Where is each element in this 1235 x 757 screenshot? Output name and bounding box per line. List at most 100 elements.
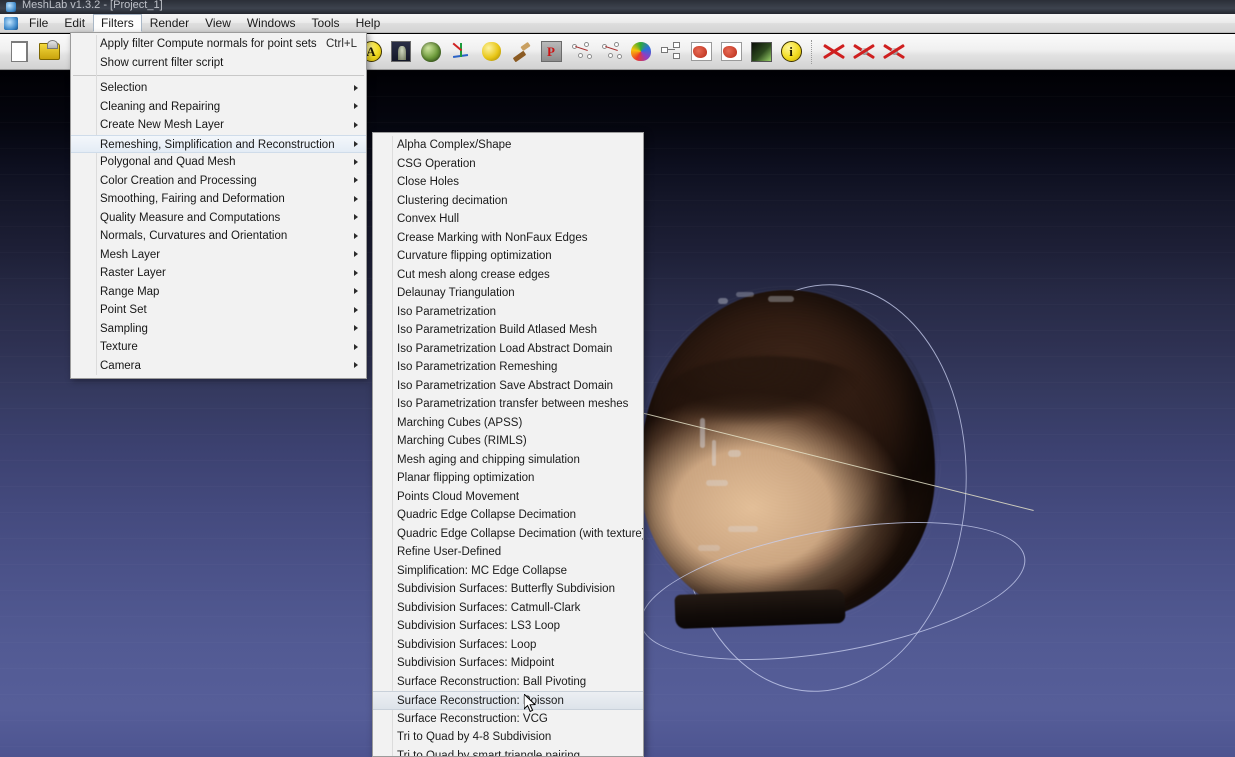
chevron-right-icon [354, 288, 358, 294]
submenu-item[interactable]: Subdivision Surfaces: Loop [373, 636, 643, 655]
submenu-item[interactable]: Iso Parametrization Save Abstract Domain [373, 377, 643, 396]
submenu-item[interactable]: CSG Operation [373, 155, 643, 174]
new-document-icon[interactable] [5, 38, 33, 66]
app-menu-icon[interactable] [4, 16, 18, 30]
submenu-item[interactable]: Subdivision Surfaces: Catmull-Clark [373, 599, 643, 618]
gradient-fill-icon[interactable] [747, 38, 775, 66]
submenu-item[interactable]: Subdivision Surfaces: LS3 Loop [373, 617, 643, 636]
menu-item-mesh-layer[interactable]: Mesh Layer [71, 246, 366, 265]
menu-item-normals-curvatures-and-orientation[interactable]: Normals, Curvatures and Orientation [71, 227, 366, 246]
submenu-item[interactable]: Iso Parametrization Load Abstract Domain [373, 340, 643, 359]
submenu-item[interactable]: Delaunay Triangulation [373, 284, 643, 303]
menu-tools[interactable]: Tools [304, 14, 348, 32]
paint-brush-icon[interactable] [507, 38, 535, 66]
menu-item-color-creation-and-processing[interactable]: Color Creation and Processing [71, 172, 366, 191]
menu-filters[interactable]: Filters [93, 14, 142, 32]
chevron-right-icon [354, 325, 358, 331]
menu-item-label: Range Map [100, 285, 160, 298]
menu-item-remeshing-simplification-and-reconstruction[interactable]: Remeshing, Simplification and Reconstruc… [71, 134, 366, 153]
show-axis-icon[interactable] [447, 38, 475, 66]
submenu-item[interactable]: Cut mesh along crease edges [373, 266, 643, 285]
submenu-item[interactable]: Surface Reconstruction: VCG [373, 710, 643, 729]
submenu-item[interactable]: Clustering decimation [373, 192, 643, 211]
submenu-item[interactable]: Crease Marking with NonFaux Edges [373, 229, 643, 248]
menu-item-create-new-mesh-layer[interactable]: Create New Mesh Layer [71, 116, 366, 135]
submenu-item[interactable]: Surface Reconstruction: Ball Pivoting [373, 673, 643, 692]
menu-item-selection[interactable]: Selection [71, 79, 366, 98]
menu-item-label: Texture [100, 341, 138, 353]
menu-item-texture[interactable]: Texture [71, 338, 366, 357]
menu-item-quality-measure-and-computations[interactable]: Quality Measure and Computations [71, 209, 366, 228]
menu-render[interactable]: Render [142, 14, 197, 32]
menu-item-label: Mesh Layer [100, 248, 161, 261]
title-bar[interactable]: MeshLab v1.3.2 - [Project_1] [0, 0, 1235, 14]
align-mesh-icon[interactable] [597, 38, 625, 66]
submenu-item[interactable]: Quadric Edge Collapse Decimation (with t… [373, 525, 643, 544]
menu-windows[interactable]: Windows [239, 14, 304, 32]
delete-face-icon[interactable] [820, 38, 848, 66]
info-icon[interactable]: i [777, 38, 805, 66]
submenu-item-label: Alpha Complex/Shape [397, 139, 512, 151]
submenu-item[interactable]: Subdivision Surfaces: Butterfly Subdivis… [373, 580, 643, 599]
submenu-item[interactable]: Iso Parametrization transfer between mes… [373, 395, 643, 414]
submenu-item[interactable]: Convex Hull [373, 210, 643, 229]
graph-layers-icon[interactable] [657, 38, 685, 66]
edit-points-icon[interactable] [567, 38, 595, 66]
menu-file[interactable]: File [21, 14, 56, 32]
submenu-item[interactable]: Quadric Edge Collapse Decimation [373, 506, 643, 525]
submenu-item[interactable]: Subdivision Surfaces: Midpoint [373, 654, 643, 673]
menu-item-label: Normals, Curvatures and Orientation [100, 230, 288, 242]
chevron-right-icon [354, 343, 358, 350]
menu-item-show-filter-script[interactable]: Show current filter script [71, 54, 366, 73]
color-mesh-icon[interactable] [627, 38, 655, 66]
submenu-item-label: Cut mesh along crease edges [397, 268, 550, 281]
window-title: MeshLab v1.3.2 - [Project_1] [22, 0, 163, 11]
menu-view[interactable]: View [197, 14, 239, 32]
submenu-item[interactable]: Marching Cubes (RIMLS) [373, 432, 643, 451]
menu-item-point-set[interactable]: Point Set [71, 301, 366, 320]
measuring-tool-icon[interactable] [477, 38, 505, 66]
submenu-item-label: Convex Hull [397, 213, 459, 225]
menu-item-label: Polygonal and Quad Mesh [100, 156, 236, 168]
menu-item-smoothing-fairing-and-deformation[interactable]: Smoothing, Fairing and Deformation [71, 190, 366, 209]
menu-item-raster-layer[interactable]: Raster Layer [71, 264, 366, 283]
pick-points-icon[interactable]: P [537, 38, 565, 66]
submenu-item[interactable]: Simplification: MC Edge Collapse [373, 562, 643, 581]
submenu-item[interactable]: Iso Parametrization [373, 303, 643, 322]
chevron-right-icon [354, 177, 358, 183]
submenu-item[interactable]: Points Cloud Movement [373, 488, 643, 507]
submenu-item[interactable]: Iso Parametrization Remeshing [373, 358, 643, 377]
head-point-cloud-model[interactable] [616, 255, 1040, 721]
submenu-item[interactable]: Alpha Complex/Shape [373, 136, 643, 155]
submenu-item[interactable]: Tri to Quad by smart triangle pairing [373, 747, 643, 757]
submenu-item-label: Iso Parametrization Save Abstract Domain [397, 379, 614, 392]
submenu-item[interactable]: Tri to Quad by 4-8 Subdivision [373, 728, 643, 747]
submenu-item[interactable]: Mesh aging and chipping simulation [373, 451, 643, 470]
show-quoted-box-icon[interactable] [417, 38, 445, 66]
submenu-item-label: Curvature flipping optimization [397, 250, 552, 262]
submenu-item[interactable]: Curvature flipping optimization [373, 247, 643, 266]
mouse-pointer [523, 692, 537, 713]
show-texture-icon[interactable] [387, 38, 415, 66]
menu-edit[interactable]: Edit [56, 14, 93, 32]
menu-bar: File Edit Filters Render View Windows To… [0, 14, 1235, 33]
delete-vertex-icon[interactable] [850, 38, 878, 66]
submenu-item[interactable]: Refine User-Defined [373, 543, 643, 562]
select-faces-icon[interactable] [687, 38, 715, 66]
open-folder-icon[interactable] [35, 38, 63, 66]
submenu-item[interactable]: Close Holes [373, 173, 643, 192]
submenu-item[interactable]: Marching Cubes (APSS) [373, 414, 643, 433]
select-vertices-icon[interactable] [717, 38, 745, 66]
delete-selected-icon[interactable] [880, 38, 908, 66]
menu-separator [73, 75, 364, 76]
menu-item-polygonal-and-quad-mesh[interactable]: Polygonal and Quad Mesh [71, 153, 366, 172]
menu-item-apply-filter[interactable]: Apply filter Compute normals for point s… [71, 35, 366, 54]
submenu-item[interactable]: Surface Reconstruction: Poisson [373, 691, 643, 710]
menu-item-sampling[interactable]: Sampling [71, 320, 366, 339]
submenu-item[interactable]: Planar flipping optimization [373, 469, 643, 488]
menu-help[interactable]: Help [348, 14, 389, 32]
menu-item-range-map[interactable]: Range Map [71, 283, 366, 302]
submenu-item[interactable]: Iso Parametrization Build Atlased Mesh [373, 321, 643, 340]
menu-item-cleaning-and-repairing[interactable]: Cleaning and Repairing [71, 98, 366, 117]
menu-item-camera[interactable]: Camera [71, 357, 366, 376]
